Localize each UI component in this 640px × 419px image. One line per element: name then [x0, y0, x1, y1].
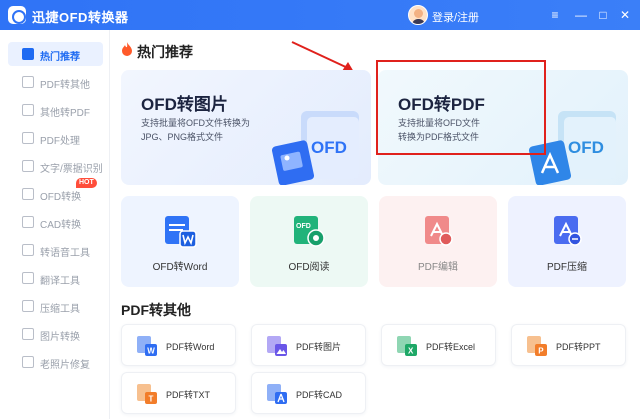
- tool-pdf-edit[interactable]: PDF编辑: [379, 196, 497, 287]
- fire-icon: [22, 48, 34, 60]
- pdf-image-icon: [267, 336, 287, 356]
- svg-text:T: T: [149, 395, 154, 404]
- sidebar-item-pdf-to-other[interactable]: PDF转其他: [8, 70, 103, 94]
- annotation-highlight-box: [376, 60, 546, 155]
- tool-pdf-to-excel[interactable]: X PDF转Excel: [381, 324, 496, 366]
- pdf-ppt-icon: P: [527, 336, 547, 356]
- sidebar-item-other-to-pdf[interactable]: 其他转PDF: [8, 98, 103, 122]
- hot-badge: HOT: [76, 178, 97, 188]
- pdf-process-icon: [22, 132, 34, 144]
- tool-ofd-read[interactable]: OFD OFD阅读: [250, 196, 368, 287]
- pdf-cad-icon: [267, 384, 287, 404]
- ofd-image-illustration-icon: OFD: [271, 111, 359, 185]
- sidebar-item-label: 其他转PDF: [40, 108, 90, 119]
- sidebar-item-ofd-convert[interactable]: OFD转换 HOT: [8, 178, 103, 206]
- tool-pdf-to-word[interactable]: W PDF转Word: [121, 324, 236, 366]
- pdf-word-icon: W: [137, 336, 157, 356]
- pdf-edit-icon: [425, 216, 453, 246]
- sidebar-item-label: 老照片修复: [40, 360, 90, 371]
- user-avatar[interactable]: [408, 5, 428, 25]
- sidebar-item-translate[interactable]: 翻译工具: [8, 266, 103, 290]
- tool-label: PDF转Excel: [426, 342, 476, 352]
- sidebar-item-cad[interactable]: CAD转换: [8, 210, 103, 234]
- cad-icon: [22, 216, 34, 228]
- sidebar-item-label: 图片转换: [40, 332, 80, 343]
- fire-icon: [122, 42, 132, 56]
- tool-pdf-to-txt[interactable]: T PDF转TXT: [121, 372, 236, 414]
- svg-text:X: X: [408, 347, 414, 356]
- sidebar-item-pdf-process[interactable]: PDF处理: [8, 126, 103, 150]
- tool-label: PDF转PPT: [556, 342, 601, 352]
- tool-ofd-to-word[interactable]: OFD转Word: [121, 196, 239, 287]
- sidebar-item-ocr[interactable]: 文字/票据识别: [8, 154, 103, 178]
- tool-label: PDF转CAD: [296, 390, 343, 400]
- doc-icon: [22, 104, 34, 116]
- translate-icon: [22, 272, 34, 284]
- sidebar: 热门推荐 PDF转其他 其他转PDF PDF处理 文字/票据识别 OFD转换 H…: [0, 30, 110, 419]
- sidebar-item-voice[interactable]: 转语音工具: [8, 238, 103, 262]
- ofd-icon: [22, 188, 34, 200]
- sidebar-item-label: 翻译工具: [40, 276, 80, 287]
- svg-text:OFD: OFD: [311, 138, 347, 157]
- tool-label: PDF转Word: [166, 342, 215, 352]
- tool-pdf-to-cad[interactable]: PDF转CAD: [251, 372, 366, 414]
- tool-label: PDF编辑: [418, 262, 458, 273]
- voice-icon: [22, 244, 34, 256]
- tool-label: PDF转TXT: [166, 390, 210, 400]
- sidebar-item-label: 转语音工具: [40, 248, 90, 259]
- sidebar-item-hot[interactable]: 热门推荐: [8, 42, 103, 66]
- sidebar-item-label: 压缩工具: [40, 304, 80, 315]
- section-title-pdf-to-other: PDF转其他: [121, 302, 191, 318]
- sidebar-item-image[interactable]: 图片转换: [8, 322, 103, 346]
- card-title: OFD转图片: [141, 95, 228, 114]
- sidebar-item-label: PDF转其他: [40, 80, 90, 91]
- tool-pdf-to-image[interactable]: PDF转图片: [251, 324, 366, 366]
- sidebar-item-label: CAD转换: [40, 220, 82, 231]
- sidebar-item-photo-repair[interactable]: 老照片修复: [8, 350, 103, 374]
- app-title: 迅捷OFD转换器: [32, 10, 129, 25]
- svg-text:W: W: [147, 347, 155, 356]
- photo-repair-icon: [22, 356, 34, 368]
- pdf-compress-icon: [554, 216, 582, 246]
- tool-pdf-to-ppt[interactable]: P PDF转PPT: [511, 324, 626, 366]
- pdf-txt-icon: T: [137, 384, 157, 404]
- login-link[interactable]: 登录/注册: [432, 9, 479, 25]
- app-logo-icon: [8, 6, 26, 24]
- card-description: 支持批量将OFD文件转换为 JPG、PNG格式文件: [141, 118, 250, 142]
- svg-text:OFD: OFD: [296, 223, 311, 230]
- svg-text:P: P: [538, 347, 544, 356]
- card-ofd-to-image[interactable]: OFD转图片 支持批量将OFD文件转换为 JPG、PNG格式文件 OFD: [121, 70, 371, 185]
- image-icon: [22, 328, 34, 340]
- svg-text:OFD: OFD: [568, 138, 604, 157]
- maximize-button[interactable]: □: [594, 6, 612, 24]
- sidebar-item-label: PDF处理: [40, 136, 80, 147]
- sidebar-item-compress[interactable]: 压缩工具: [8, 294, 103, 318]
- sidebar-item-label: 文字/票据识别: [40, 164, 103, 175]
- sidebar-item-label: 热门推荐: [40, 52, 80, 63]
- sidebar-item-label: OFD转换: [40, 192, 82, 203]
- ofd-word-icon: [165, 216, 197, 248]
- ofd-read-icon: OFD: [294, 216, 325, 247]
- tool-pdf-compress[interactable]: PDF压缩: [508, 196, 626, 287]
- pdf-excel-icon: X: [397, 336, 417, 356]
- minimize-button[interactable]: —: [572, 6, 590, 24]
- title-bar: 迅捷OFD转换器 登录/注册 ≡ — □ ✕: [0, 0, 640, 30]
- tool-label: PDF转图片: [296, 342, 342, 352]
- section-title-hot: 热门推荐: [137, 44, 193, 60]
- tool-label: OFD转Word: [152, 262, 208, 273]
- compress-icon: [22, 300, 34, 312]
- tool-label: PDF压缩: [547, 262, 587, 273]
- close-button[interactable]: ✕: [616, 6, 634, 24]
- ocr-icon: [22, 160, 34, 172]
- tool-label: OFD阅读: [288, 262, 330, 273]
- menu-button[interactable]: ≡: [546, 6, 564, 24]
- pdf-icon: [22, 76, 34, 88]
